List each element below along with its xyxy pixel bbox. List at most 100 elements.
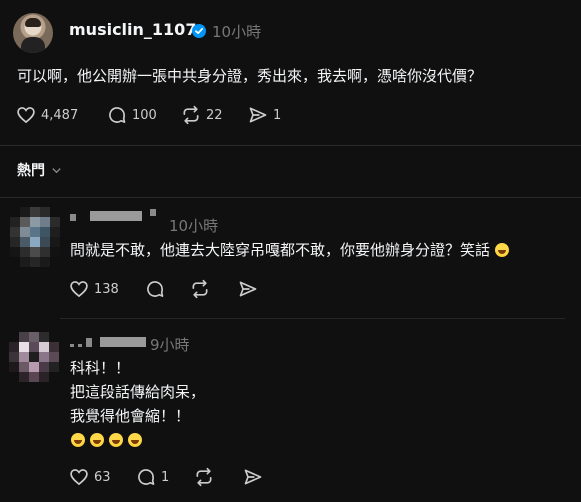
mosaic-tile [30,227,40,237]
mosaic-tile [39,342,49,352]
threads-post-view: musiclin_1107 10小時 可以啊，他公開辦一張中共身分證，秀出來，我… [0,0,581,502]
mosaic-tile [10,257,20,267]
mosaic-tile [40,237,50,247]
redacted-username [100,337,146,347]
heart-icon [17,107,35,124]
author-username[interactable]: musiclin_1107 [69,20,196,39]
mosaic-tile [29,332,39,342]
reply-text: 問就是不敢，他連去大陸穿吊嘎都不敢，你要他辦身分證？笑話 [70,238,514,262]
mosaic-tile [39,332,49,342]
redacted-username [78,344,82,347]
reply-like-button[interactable]: 63 [69,467,111,487]
redacted-username [70,344,74,347]
reply-avatar[interactable] [9,332,59,382]
reply-share-button[interactable] [243,467,263,487]
mosaic-tile [49,332,59,342]
mosaic-tile [20,227,30,237]
laughing-emoji-icon [90,433,104,447]
comment-icon [138,469,155,485]
share-icon [239,281,257,297]
comment-icon [109,107,126,123]
mosaic-tile [19,332,29,342]
repost-icon [183,105,199,125]
comment-button[interactable]: 100 [107,105,157,125]
reply-avatar[interactable] [10,207,60,267]
mosaic-tile [49,352,59,362]
share-button[interactable]: 1 [248,105,281,125]
share-icon [249,107,267,123]
repost-icon [196,467,212,487]
mosaic-tile [20,247,30,257]
mosaic-tile [30,247,40,257]
laughing-emoji-icon [494,243,509,257]
mosaic-tile [10,217,20,227]
mosaic-tile [30,257,40,267]
reply-line: 我覺得他會縮！！ [70,407,191,425]
like-button[interactable]: 4,487 [16,105,78,125]
mosaic-tile [49,362,59,372]
mosaic-tile [9,362,19,372]
mosaic-tile [50,227,60,237]
author-avatar[interactable] [13,13,53,53]
reply-like-button[interactable]: 138 [69,279,119,299]
mosaic-tile [30,237,40,247]
reply-repost-button[interactable] [194,467,214,487]
mosaic-tile [40,227,50,237]
sort-filter-dropdown[interactable]: 熱門 [17,160,62,180]
avatar-hair [25,18,41,27]
heart-icon [70,469,88,486]
repost-count: 22 [206,107,223,123]
reply-line: 把這段話傳給肉呆， [70,383,206,401]
mosaic-tile [40,247,50,257]
mosaic-tile [20,237,30,247]
mosaic-tile [20,207,30,217]
reply-repost-button[interactable] [190,279,210,299]
mosaic-tile [49,372,59,382]
mosaic-tile [19,342,29,352]
mosaic-tile [39,362,49,372]
share-icon [244,469,262,485]
reply-time: 10小時 [169,217,219,235]
mosaic-tile [40,207,50,217]
chevron-down-icon [52,167,61,173]
comment-icon [147,281,164,297]
mosaic-tile [10,227,20,237]
mosaic-tile [50,207,60,217]
verified-badge-icon [192,24,206,38]
avatar-body [21,37,45,53]
mosaic-tile [10,207,20,217]
mosaic-tile [9,332,19,342]
reply-divider [60,318,565,319]
laughing-emoji-icon [71,433,85,447]
comment-count: 100 [132,107,157,123]
section-divider [0,197,581,198]
repost-button[interactable]: 22 [181,105,223,125]
reply-comment-button[interactable]: 1 [136,467,169,487]
mosaic-tile [50,217,60,227]
mosaic-tile [30,217,40,227]
reply-time: 9小時 [150,336,190,354]
sort-filter-label: 熱門 [17,163,45,179]
mosaic-tile [39,352,49,362]
mosaic-tile [9,342,19,352]
mosaic-tile [39,372,49,382]
mosaic-tile [50,247,60,257]
mosaic-tile [19,372,29,382]
mosaic-tile [29,372,39,382]
mosaic-tile [40,217,50,227]
reply-line: 科科！！ [70,359,131,377]
mosaic-tile [40,257,50,267]
mosaic-tile [50,257,60,267]
emoji-row [71,428,147,452]
redacted-username [86,338,92,347]
redacted-username [150,209,156,216]
mosaic-tile [20,217,30,227]
share-count: 1 [273,107,282,123]
mosaic-tile [9,352,19,362]
reply-share-button[interactable] [238,279,258,299]
mosaic-tile [20,257,30,267]
reply-comment-count: 1 [161,469,170,485]
mosaic-tile [9,372,19,382]
repost-icon [192,279,208,299]
reply-comment-button[interactable] [145,279,165,299]
